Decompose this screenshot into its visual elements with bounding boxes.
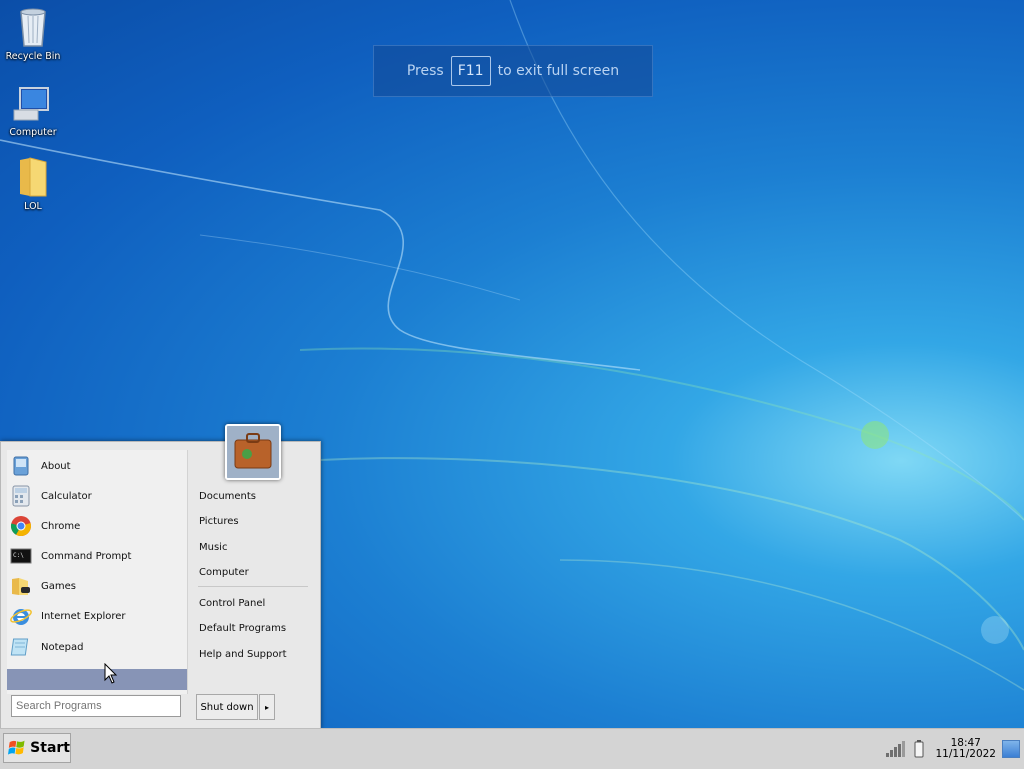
games-icon [10, 575, 32, 597]
desktop-icon-label: Computer [9, 127, 57, 138]
internet-explorer-icon [10, 605, 32, 627]
desktop-icon-label: LOL [24, 201, 42, 212]
notepad-icon [10, 636, 32, 658]
signal-icon[interactable] [885, 740, 907, 758]
program-label: Calculator [41, 490, 92, 502]
program-item-notepad[interactable]: Notepad [10, 633, 187, 661]
right-item-music[interactable]: Music [199, 542, 227, 553]
desktop-icon-recycle-bin[interactable]: Recycle Bin [0, 4, 66, 62]
taskbar: Start 18:47 11/11/2022 [0, 728, 1024, 769]
program-item-internet-explorer[interactable]: Internet Explorer [10, 602, 187, 630]
program-item-chrome[interactable]: Chrome [10, 512, 187, 540]
program-label: Internet Explorer [41, 610, 126, 622]
program-item-about[interactable]: About [10, 452, 187, 480]
computer-icon [13, 87, 49, 121]
start-button[interactable]: Start [3, 733, 71, 763]
user-picture-icon [227, 426, 279, 478]
shut-down-button[interactable]: Shut down [196, 694, 258, 720]
program-label: Games [41, 580, 76, 592]
svg-text:C:\: C:\ [13, 552, 24, 559]
right-item-documents[interactable]: Documents [199, 491, 256, 502]
fullscreen-toast: Press F11 to exit full screen [373, 45, 653, 97]
right-item-computer[interactable]: Computer [199, 567, 249, 578]
system-tray: 18:47 11/11/2022 [885, 729, 1024, 769]
program-label: About [41, 460, 71, 472]
recycle-bin-icon [20, 8, 46, 47]
toast-rest-text: to exit full screen [497, 63, 620, 79]
battery-icon[interactable] [913, 739, 925, 759]
clock-date: 11/11/2022 [935, 748, 996, 760]
calculator-icon [10, 485, 32, 507]
desktop-icon-computer[interactable]: Computer [0, 86, 66, 138]
show-desktop-button[interactable] [1002, 740, 1020, 758]
program-label: Notepad [41, 641, 84, 653]
about-icon [10, 455, 32, 477]
desktop-icon-label: Recycle Bin [5, 51, 61, 62]
program-item-command-prompt[interactable]: C:\ Command Prompt [10, 542, 187, 570]
desktop-icon-lol-folder[interactable]: LOL [0, 156, 66, 212]
search-programs-input[interactable] [11, 695, 181, 717]
command-prompt-icon: C:\ [10, 545, 32, 567]
start-label: Start [30, 740, 70, 756]
right-item-pictures[interactable]: Pictures [199, 516, 239, 527]
program-label: Command Prompt [41, 550, 132, 562]
mouse-cursor-icon [104, 663, 118, 684]
clock[interactable]: 18:47 11/11/2022 [935, 738, 996, 760]
toast-key: F11 [450, 56, 491, 86]
start-menu: About Calculator Chrome C:\ Command Prom… [0, 424, 321, 730]
user-picture[interactable] [225, 424, 281, 480]
right-item-control-panel[interactable]: Control Panel [199, 598, 265, 609]
program-item-calculator[interactable]: Calculator [10, 482, 187, 510]
chrome-icon [10, 515, 32, 537]
windows-flag-icon [8, 740, 25, 755]
panel-divider [187, 450, 188, 694]
right-items-separator [198, 586, 308, 587]
right-item-help-and-support[interactable]: Help and Support [199, 649, 287, 660]
chevron-right-icon: ▸ [264, 702, 269, 712]
shut-down-options-button[interactable]: ▸ [259, 694, 275, 720]
toast-press-text: Press [406, 63, 444, 79]
all-programs-button[interactable] [7, 669, 187, 690]
program-label: Chrome [41, 520, 81, 532]
program-item-games[interactable]: Games [10, 572, 187, 600]
folder-icon [20, 157, 47, 197]
right-item-default-programs[interactable]: Default Programs [199, 623, 286, 634]
